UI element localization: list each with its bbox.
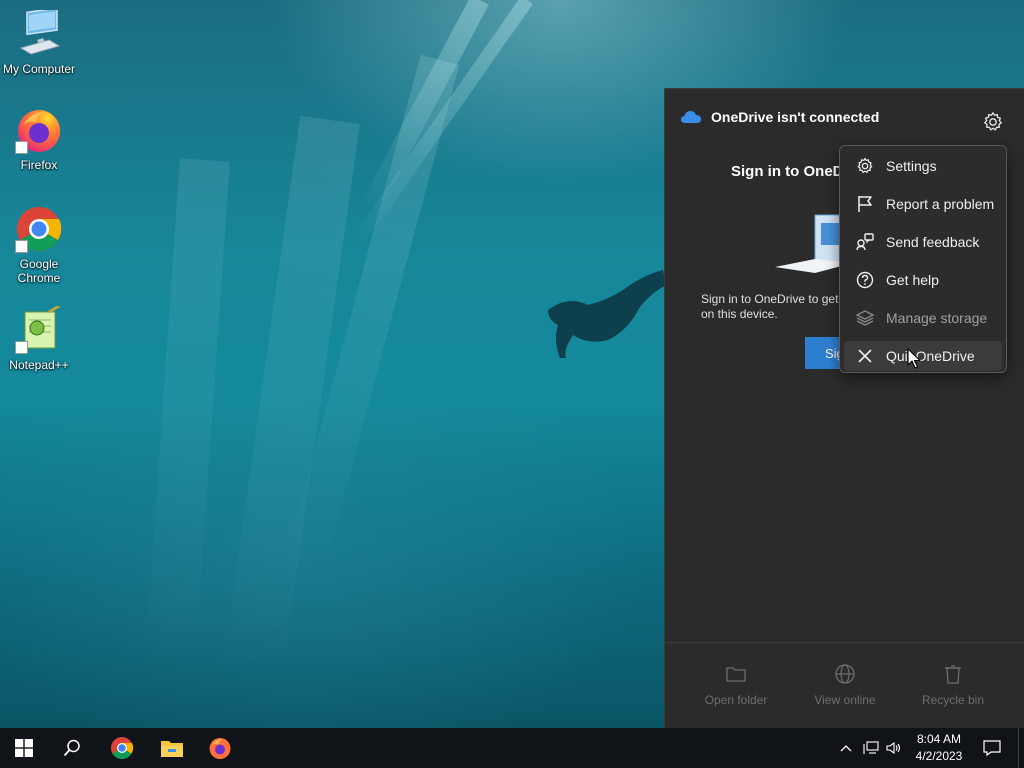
file-explorer-icon: [161, 741, 183, 757]
start-icon: [15, 739, 33, 757]
onedrive-title: OneDrive isn't connected: [711, 109, 880, 125]
desktop-icon-notepadpp[interactable]: Notepad++: [0, 304, 78, 372]
menu-item-label: Get help: [886, 272, 939, 288]
show-desktop-button[interactable]: [1018, 728, 1024, 768]
menu-item-label: Settings: [886, 158, 937, 174]
menu-item-label: Report a problem: [886, 196, 995, 212]
taskbar: 8:04 AM 4/2/2023: [0, 728, 1024, 768]
firefox-icon: [209, 738, 231, 759]
view-online-button[interactable]: View online: [795, 663, 895, 707]
desktop-icon-label: Firefox: [20, 158, 58, 172]
gear-icon: [856, 157, 874, 175]
onedrive-footer: Open folder View online Recycle bin: [665, 642, 1024, 728]
open-folder-label: Open folder: [704, 693, 768, 707]
signin-heading: Sign in to OneD: [731, 163, 844, 180]
storage-icon: [856, 309, 874, 327]
recycle-bin-label: Recycle bin: [921, 693, 985, 707]
view-online-label: View online: [814, 693, 876, 707]
taskbar-file-explorer[interactable]: [148, 728, 196, 768]
open-folder-button[interactable]: Open folder: [686, 663, 786, 707]
feedback-icon: [856, 233, 874, 251]
search-button[interactable]: [48, 728, 96, 768]
volume-tray[interactable]: [883, 728, 905, 768]
start-button[interactable]: [0, 728, 48, 768]
mouse-cursor-icon: [907, 348, 921, 369]
taskbar-chrome[interactable]: [98, 728, 146, 768]
network-icon: [863, 741, 879, 754]
shortcut-arrow-icon: [15, 141, 28, 154]
recycle-bin-icon: [945, 665, 961, 684]
light-ray: [143, 158, 230, 681]
clock-time: 8:04 AM: [916, 732, 962, 746]
onedrive-header: OneDrive isn't connected: [665, 89, 1024, 145]
notepadpp-icon: [15, 304, 63, 354]
menu-item-report-problem[interactable]: Report a problem: [844, 185, 1002, 223]
menu-item-manage-storage[interactable]: Manage storage: [844, 299, 1002, 337]
desktop-icon-label: Google Chrome: [17, 257, 61, 285]
desktop-icon-label: Notepad++: [9, 358, 69, 372]
desktop-icon-google-chrome[interactable]: Google Chrome: [0, 205, 78, 285]
shortcut-arrow-icon: [15, 341, 28, 354]
desktop-icon-label: My Computer: [2, 62, 76, 76]
menu-item-get-help[interactable]: Get help: [844, 261, 1002, 299]
onedrive-cloud-icon: [681, 111, 701, 123]
signin-description: Sign in to OneDrive to get on this devic…: [701, 292, 839, 321]
menu-item-settings[interactable]: Settings: [844, 147, 1002, 185]
close-icon: [856, 347, 874, 365]
network-tray[interactable]: [860, 728, 882, 768]
menu-item-label: Quit OneDrive: [886, 348, 975, 364]
chrome-icon: [111, 737, 134, 759]
desktop-icon-firefox[interactable]: Firefox: [0, 106, 78, 172]
swimmer-silhouette: [548, 270, 666, 358]
folder-icon: [726, 667, 746, 682]
taskbar-clock[interactable]: 8:04 AM 4/2/2023: [906, 731, 972, 765]
chrome-icon: [15, 205, 63, 253]
settings-dropdown-menu: Settings Report a problem Send feedback …: [839, 145, 1007, 373]
volume-icon: [886, 741, 901, 755]
shortcut-arrow-icon: [15, 240, 28, 253]
action-center-button[interactable]: [972, 728, 1012, 768]
taskbar-firefox[interactable]: [196, 728, 244, 768]
clock-date: 4/2/2023: [915, 749, 963, 763]
computer-icon: [15, 7, 63, 58]
firefox-icon: [15, 106, 63, 154]
notification-icon: [983, 740, 1001, 756]
globe-icon: [835, 664, 855, 684]
menu-item-label: Send feedback: [886, 234, 980, 250]
chevron-up-icon: [840, 745, 852, 752]
gear-icon[interactable]: [982, 111, 1004, 133]
help-icon: [856, 271, 874, 289]
search-icon: [63, 739, 80, 757]
menu-item-label: Manage storage: [886, 310, 988, 326]
flag-icon: [856, 195, 874, 213]
desktop-icon-my-computer[interactable]: My Computer: [0, 7, 78, 76]
recycle-bin-button[interactable]: Recycle bin: [903, 663, 1003, 707]
show-hidden-icons[interactable]: [836, 728, 856, 768]
menu-item-send-feedback[interactable]: Send feedback: [844, 223, 1002, 261]
menu-item-quit-onedrive[interactable]: Quit OneDrive: [844, 341, 1002, 371]
